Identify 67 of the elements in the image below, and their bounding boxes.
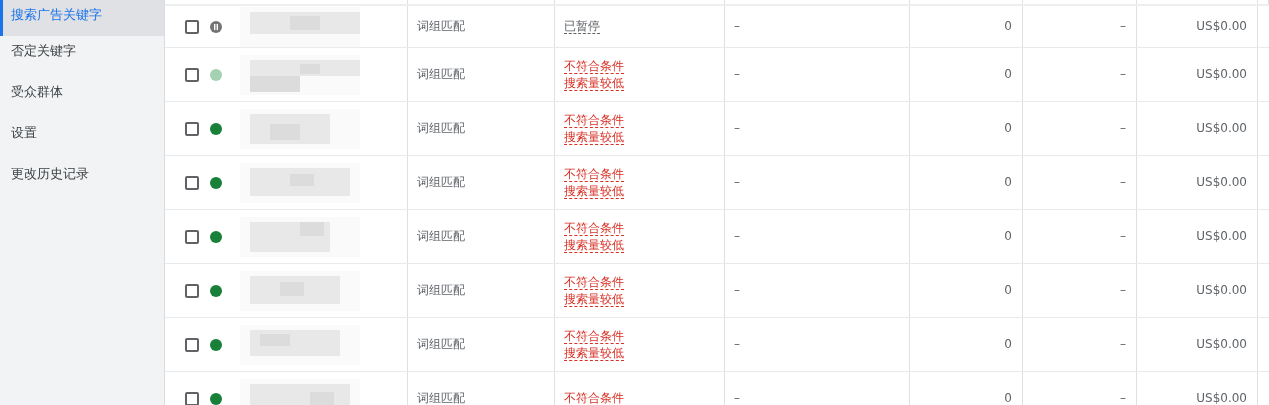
table-cell: – bbox=[734, 19, 740, 34]
table-cell: 0 bbox=[1004, 121, 1012, 136]
table-cell: – bbox=[734, 283, 740, 298]
status-text[interactable]: 搜索量较低 bbox=[564, 183, 624, 198]
table-cell: – bbox=[734, 67, 740, 82]
table-cell: – bbox=[1120, 229, 1126, 244]
match-type: 词组匹配 bbox=[417, 391, 465, 405]
table-cell: – bbox=[734, 229, 740, 244]
table-cell: US$0.00 bbox=[1196, 229, 1247, 244]
match-type: 词组匹配 bbox=[417, 283, 465, 298]
match-type: 词组匹配 bbox=[417, 121, 465, 136]
table-cell: 0 bbox=[1004, 67, 1012, 82]
checkbox[interactable] bbox=[185, 175, 199, 190]
table-cell: – bbox=[1120, 337, 1126, 352]
table-cell: – bbox=[1120, 19, 1126, 34]
table-cell: US$0.00 bbox=[1196, 337, 1247, 352]
status-text[interactable]: 不符合条件 bbox=[564, 221, 624, 236]
status-text[interactable]: 不符合条件 bbox=[564, 275, 624, 290]
table-cell: – bbox=[1120, 67, 1126, 82]
table-cell: US$0.00 bbox=[1196, 67, 1247, 82]
table-cell: US$0.00 bbox=[1196, 283, 1247, 298]
table-cell: 0 bbox=[1004, 19, 1012, 34]
match-type: 词组匹配 bbox=[417, 67, 465, 82]
table-cell: US$0.00 bbox=[1196, 121, 1247, 136]
table-cell: US$0.00 bbox=[1196, 19, 1247, 34]
status-text[interactable]: 搜索量较低 bbox=[564, 345, 624, 360]
status-text[interactable]: 不符合条件 bbox=[564, 391, 624, 405]
table-cell: US$0.00 bbox=[1196, 391, 1247, 405]
table-cell: 0 bbox=[1004, 175, 1012, 190]
checkbox[interactable] bbox=[185, 121, 199, 136]
status-text[interactable]: 已暂停 bbox=[564, 19, 600, 34]
table-cell: – bbox=[734, 391, 740, 405]
sidebar-item[interactable]: 更改历史记录 bbox=[0, 159, 164, 200]
match-type: 词组匹配 bbox=[417, 337, 465, 352]
status-text[interactable]: 搜索量较低 bbox=[564, 129, 624, 144]
match-type: 词组匹配 bbox=[417, 19, 465, 34]
checkbox[interactable] bbox=[185, 229, 199, 244]
table-cell: – bbox=[734, 121, 740, 136]
checkbox[interactable] bbox=[185, 19, 199, 34]
table-cell: – bbox=[734, 337, 740, 352]
status-text[interactable]: 不符合条件 bbox=[564, 167, 624, 182]
table-cell: US$0.00 bbox=[1196, 175, 1247, 190]
sidebar-item[interactable]: 受众群体 bbox=[0, 77, 164, 118]
sidebar-item[interactable]: 设置 bbox=[0, 118, 164, 159]
table-cell: – bbox=[734, 175, 740, 190]
status-text[interactable]: 搜索量较低 bbox=[564, 237, 624, 252]
match-type: 词组匹配 bbox=[417, 229, 465, 244]
table-cell: – bbox=[1120, 121, 1126, 136]
status-text[interactable]: 不符合条件 bbox=[564, 59, 624, 74]
checkbox[interactable] bbox=[185, 67, 199, 82]
sidebar-item[interactable]: 搜索广告关键字 bbox=[0, 0, 164, 36]
match-type: 词组匹配 bbox=[417, 175, 465, 190]
status-text[interactable]: 搜索量较低 bbox=[564, 75, 624, 90]
table-cell: 0 bbox=[1004, 391, 1012, 405]
checkbox[interactable] bbox=[185, 391, 199, 405]
status-text[interactable]: 不符合条件 bbox=[564, 113, 624, 128]
status-text[interactable]: 不符合条件 bbox=[564, 329, 624, 344]
table-cell: 0 bbox=[1004, 337, 1012, 352]
table-cell: – bbox=[1120, 391, 1126, 405]
table-cell: 0 bbox=[1004, 283, 1012, 298]
table-cell: – bbox=[1120, 283, 1126, 298]
checkbox[interactable] bbox=[185, 283, 199, 298]
sidebar-item[interactable]: 否定关键字 bbox=[0, 36, 164, 77]
status-text[interactable]: 搜索量较低 bbox=[564, 291, 624, 306]
checkbox[interactable] bbox=[185, 337, 199, 352]
table-cell: – bbox=[1120, 175, 1126, 190]
table-cell: 0 bbox=[1004, 229, 1012, 244]
